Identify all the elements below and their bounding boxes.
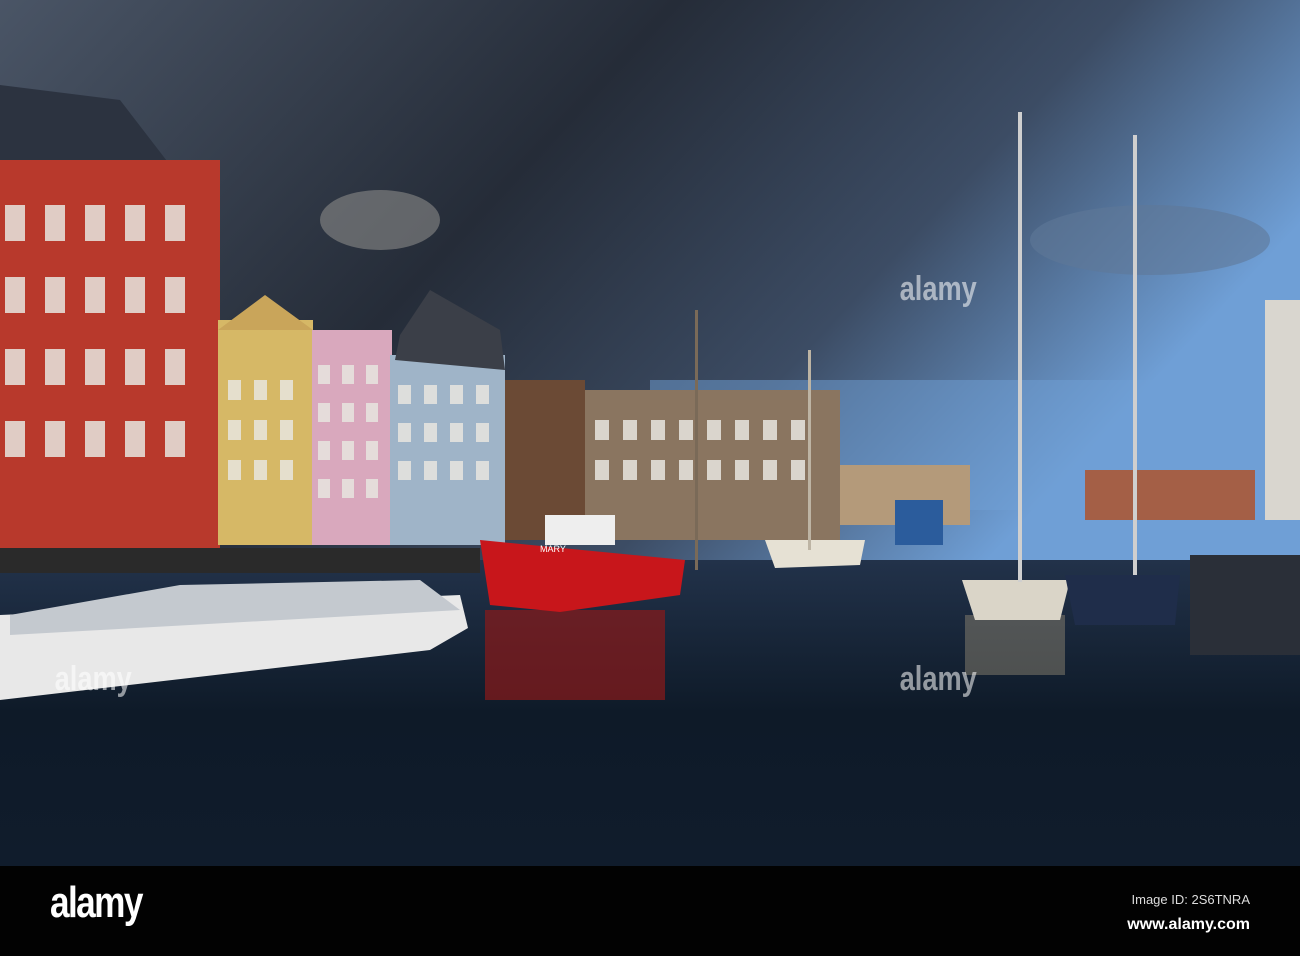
window [398,423,411,442]
window [651,460,665,480]
window [791,460,805,480]
window [45,205,65,241]
sailboat-white [962,580,1070,620]
window [398,461,411,480]
window [450,461,463,480]
mast [1018,112,1022,582]
white-building-right [1265,300,1300,520]
window [85,205,105,241]
window [791,420,805,440]
window [476,423,489,442]
window [228,420,241,440]
stock-photo-page: MARY alamy alamy alamy alamy Image ID: 2… [0,0,1300,956]
window [254,420,267,440]
window [280,380,293,400]
window [707,420,721,440]
window [254,460,267,480]
window [45,421,65,457]
red-building [0,160,220,550]
window [366,365,378,384]
window [318,441,330,460]
quay [0,548,480,573]
window [125,277,145,313]
window [5,205,25,241]
window [398,385,411,404]
window [476,385,489,404]
window [342,403,354,422]
window [280,420,293,440]
window [228,380,241,400]
window [85,349,105,385]
window [679,460,693,480]
window [125,205,145,241]
footer-bar: alamy Image ID: 2S6TNRA www.alamy.com [0,866,1300,956]
window [623,420,637,440]
window [450,385,463,404]
blue-building [390,355,505,545]
window [85,421,105,457]
cloud [1030,205,1270,275]
mast [695,310,698,570]
window [763,460,777,480]
window [165,421,185,457]
alamy-logo[interactable]: alamy [50,878,143,928]
window [366,441,378,460]
window [342,441,354,460]
far-right-buildings [1085,470,1255,520]
window [165,205,185,241]
window [85,277,105,313]
mast [808,350,811,550]
window [595,420,609,440]
window [476,461,489,480]
window [318,365,330,384]
pink-building [312,330,392,545]
window [280,460,293,480]
site-url[interactable]: www.alamy.com [1127,916,1250,934]
window [5,421,25,457]
window [165,349,185,385]
boat-name: MARY [540,544,566,554]
red-boat-reflection [485,610,665,700]
window [424,423,437,442]
watermark: alamy [899,660,977,698]
window [424,385,437,404]
window [342,479,354,498]
window [735,420,749,440]
window [366,403,378,422]
window [623,460,637,480]
watermark: alamy [899,270,977,308]
window [45,277,65,313]
image-id: Image ID: 2S6TNRA [1131,892,1251,907]
sailboat-reflection [965,615,1065,675]
window [125,349,145,385]
window [228,460,241,480]
window [450,423,463,442]
window [366,479,378,498]
window [5,277,25,313]
window [595,460,609,480]
window [424,461,437,480]
watermark: alamy [54,660,132,698]
sailboat-navy [1065,575,1180,625]
boat-cabin [545,515,615,545]
window [254,380,267,400]
window [5,349,25,385]
right-pier [1190,555,1300,655]
window [165,277,185,313]
window [125,421,145,457]
canal-photo: MARY [0,0,1300,866]
window [679,420,693,440]
window [342,365,354,384]
cloud [320,190,440,250]
window [651,420,665,440]
white-houseboat [765,540,865,568]
window [318,479,330,498]
window [318,403,330,422]
window [735,460,749,480]
window [763,420,777,440]
window [707,460,721,480]
window [45,349,65,385]
blue-ferry [895,500,943,545]
mast [1133,135,1137,575]
